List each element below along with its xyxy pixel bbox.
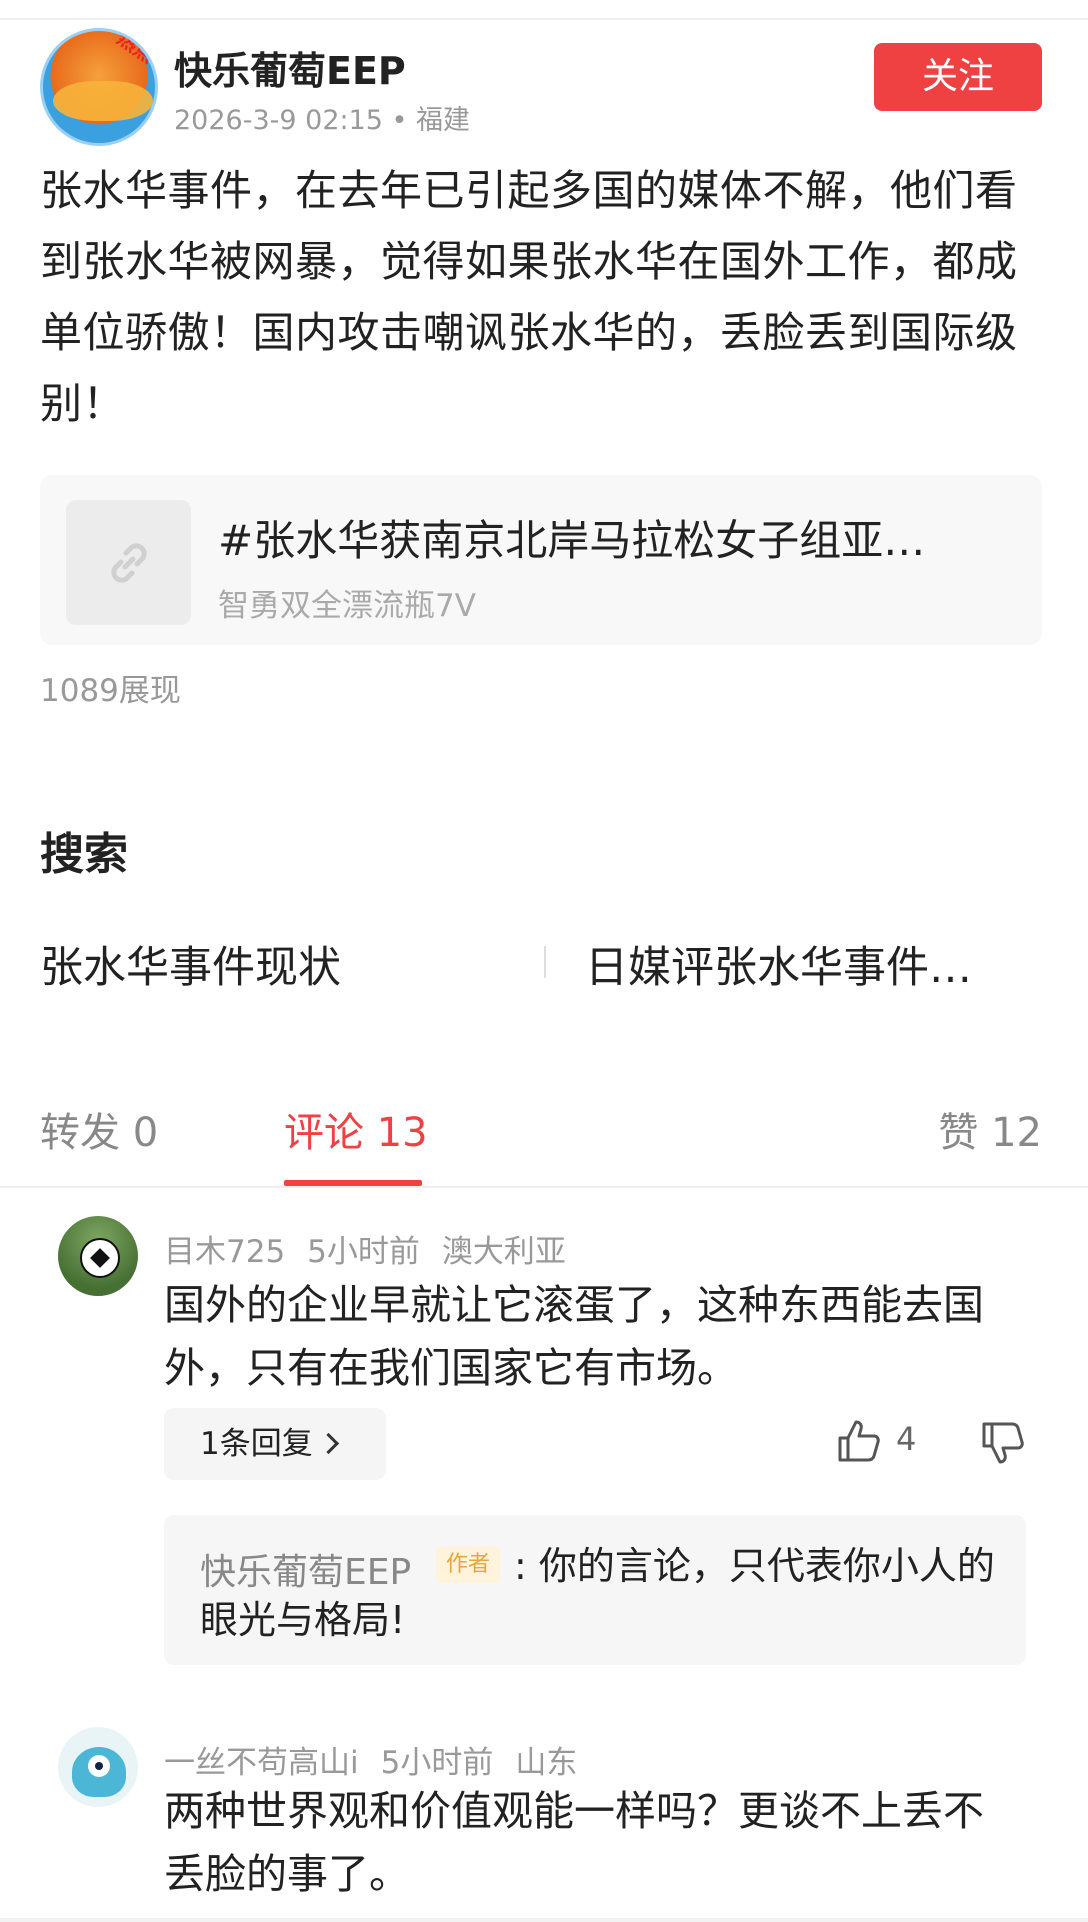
- comment-text: 两种世界观和价值观能一样吗？更谈不上丢不丢脸的事了。: [164, 1787, 984, 1898]
- comment-username[interactable]: 目木725: [164, 1234, 285, 1270]
- link-title: #张水华获南京北岸马拉松女子组亚…: [218, 516, 926, 565]
- search-suggestion[interactable]: 张水华事件现状: [40, 933, 341, 995]
- avatar-eye: [88, 1755, 110, 1777]
- thumbs-down-icon[interactable]: [980, 1420, 1026, 1466]
- link-card[interactable]: #张水华获南京北岸马拉松女子组亚… 智勇双全漂流瓶7V: [40, 475, 1042, 645]
- tab-repost[interactable]: 转发 0: [40, 1100, 158, 1158]
- replies-label: 1条回复: [200, 1426, 313, 1462]
- comment-time: 5小时前: [307, 1234, 420, 1270]
- post-meta: 2026-3-9 02:15 • 福建: [174, 105, 471, 136]
- view-count: 1089展现: [40, 673, 181, 709]
- post-content: 张水华事件，在去年已引起多国的媒体不解，他们看到张水华被网暴，觉得如果张水华在国…: [40, 166, 1018, 428]
- comment-meta: 一丝不苟高山i 5小时前 山东: [164, 1737, 599, 1782]
- tab-comment[interactable]: 评论 13: [284, 1100, 428, 1158]
- reply-text-wrap: : 你的言论，只代表你小人的眼光与格局!: [200, 1539, 1000, 1647]
- author-avatar[interactable]: 热点: [40, 28, 158, 146]
- soccer-ball-icon: [80, 1238, 120, 1278]
- comment-username[interactable]: 一丝不苟高山i: [164, 1745, 359, 1781]
- tab-like[interactable]: 赞 12: [938, 1100, 1042, 1158]
- comment-text: 国外的企业早就让它滚蛋了，这种东西能去国外，只有在我们国家它有市场。: [164, 1281, 984, 1392]
- like-count: 4: [896, 1420, 917, 1458]
- top-divider: [0, 18, 1088, 20]
- comment-avatar[interactable]: [58, 1727, 138, 1807]
- search-section-title: 搜索: [40, 829, 128, 880]
- comment-avatar[interactable]: [58, 1216, 138, 1296]
- search-divider: [544, 946, 546, 978]
- reply-text: : 你的言论，只代表你小人的眼光与格局!: [200, 1544, 995, 1642]
- link-thumbnail: [66, 500, 191, 625]
- author-name[interactable]: 快乐葡萄EEP: [174, 40, 406, 95]
- view-replies-button[interactable]: 1条回复: [164, 1408, 386, 1480]
- avatar-graphic: [53, 81, 153, 121]
- follow-button[interactable]: 关注: [874, 43, 1042, 111]
- search-suggestion[interactable]: 日媒评张水华事件…: [585, 933, 972, 995]
- comment-meta: 目木725 5小时前 澳大利亚: [164, 1226, 588, 1271]
- comment-time: 5小时前: [380, 1745, 494, 1781]
- comment-location: 澳大利亚: [441, 1234, 566, 1270]
- tabs-divider: [0, 1186, 1088, 1188]
- bottom-divider: [0, 1918, 1088, 1922]
- comment-location: 山东: [515, 1745, 578, 1781]
- thumbs-up-icon[interactable]: [836, 1418, 882, 1464]
- link-icon: [110, 542, 147, 583]
- link-source: 智勇双全漂流瓶7V: [218, 588, 476, 624]
- hot-badge: 热点: [112, 28, 158, 69]
- chevron-right-icon: [317, 1432, 339, 1455]
- reply-preview[interactable]: 快乐葡萄EEP 作者 : 你的言论，只代表你小人的眼光与格局!: [164, 1515, 1026, 1665]
